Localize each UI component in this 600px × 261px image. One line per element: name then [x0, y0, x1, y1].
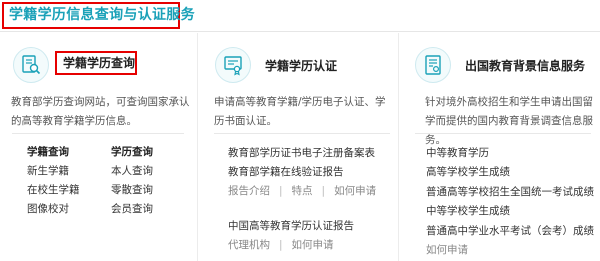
column-xueji-xueli-certification: 学籍学历认证 申请高等教育学籍/学历电子认证、学历书面认证。 教育部学历证书电子…: [197, 33, 397, 261]
column-xueji-xueli-query: 学籍学历查询 教育部学历查询网站，可查询国家承认的高等教育学籍学历信息。 学籍查…: [0, 33, 196, 261]
agency-links-row: 代理机构 | 如何申请: [228, 236, 354, 255]
link-online-verification-report[interactable]: 教育部学籍在线验证报告: [228, 163, 376, 182]
certificate-stamp-icon: [415, 47, 451, 83]
link-higher-ed-certification-report[interactable]: 中国高等教育学历认证报告: [228, 217, 354, 236]
column-description: 针对境外高校招生和学生申请出国留学而提供的国内教育背景调查信息服务。: [425, 96, 593, 146]
link-agency[interactable]: 代理机构: [228, 239, 270, 251]
link-how-to-apply[interactable]: 如何申请: [334, 185, 376, 197]
link-single-query[interactable]: 零散查询: [111, 181, 153, 200]
xueli-query-heading[interactable]: 学历查询: [111, 143, 153, 162]
section-header: 学籍学历信息查询与认证服务: [0, 0, 600, 32]
divider: [214, 133, 390, 134]
link-how-to-apply[interactable]: 如何申请: [292, 239, 334, 251]
link-secondary-school-grades[interactable]: 中等学校学生成绩: [426, 202, 594, 221]
link-report-intro[interactable]: 报告介绍: [228, 185, 270, 197]
column-description: 教育部学历查询网站，可查询国家承认的高等教育学籍学历信息。: [11, 96, 190, 127]
link-member-query[interactable]: 会员查询: [111, 200, 153, 219]
divider: [415, 133, 591, 134]
document-search-icon: [13, 47, 49, 83]
report-links-row: 报告介绍 | 特点 | 如何申请: [228, 182, 376, 201]
overseas-service-list: 中等教育学历 高等学校学生成绩 普通高等学校招生全国统一考试成绩 中等学校学生成…: [426, 144, 594, 260]
certification-block-china-higher-ed: 中国高等教育学历认证报告 代理机构 | 如何申请: [228, 217, 354, 255]
link-electronic-registration-form[interactable]: 教育部学历证书电子注册备案表: [228, 144, 376, 163]
link-new-student-xueji[interactable]: 新生学籍: [27, 162, 80, 181]
section-title: 学籍学历信息查询与认证服务: [2, 2, 195, 29]
xueli-query-list: 学历查询 本人查询 零散查询 会员查询: [111, 143, 153, 219]
link-gaokao-scores[interactable]: 普通高等学校招生全国统一考试成绩: [426, 183, 594, 202]
link-self-query[interactable]: 本人查询: [111, 162, 153, 181]
column-overseas-education-background: 出国教育背景信息服务 针对境外高校招生和学生申请出国留学而提供的国内教育背景调查…: [398, 33, 600, 261]
column-title[interactable]: 出国教育背景信息服务: [465, 57, 585, 74]
xueji-query-heading[interactable]: 学籍查询: [27, 143, 80, 162]
column-title[interactable]: 学籍学历认证: [265, 57, 337, 74]
xueji-query-list: 学籍查询 新生学籍 在校生学籍 图像校对: [27, 143, 80, 219]
link-secondary-education[interactable]: 中等教育学历: [426, 144, 594, 163]
divider: [12, 133, 184, 134]
separator: |: [279, 185, 283, 197]
link-current-student-xueji[interactable]: 在校生学籍: [27, 181, 80, 200]
certificate-icon: [215, 47, 251, 83]
separator: |: [279, 239, 283, 251]
link-image-check[interactable]: 图像校对: [27, 200, 80, 219]
link-huikao-scores[interactable]: 普通高中学业水平考试（会考）成绩: [426, 222, 594, 241]
column-description: 申请高等教育学籍/学历电子认证、学历书面认证。: [214, 96, 386, 127]
separator: |: [321, 185, 326, 197]
column-title[interactable]: 学籍学历查询: [55, 51, 137, 75]
certification-block-ministry: 教育部学历证书电子注册备案表 教育部学籍在线验证报告 报告介绍 | 特点 | 如何申请: [228, 144, 376, 201]
link-university-grades[interactable]: 高等学校学生成绩: [426, 163, 594, 182]
link-features[interactable]: 特点: [292, 185, 313, 197]
link-how-to-apply[interactable]: 如何申请: [426, 241, 594, 260]
